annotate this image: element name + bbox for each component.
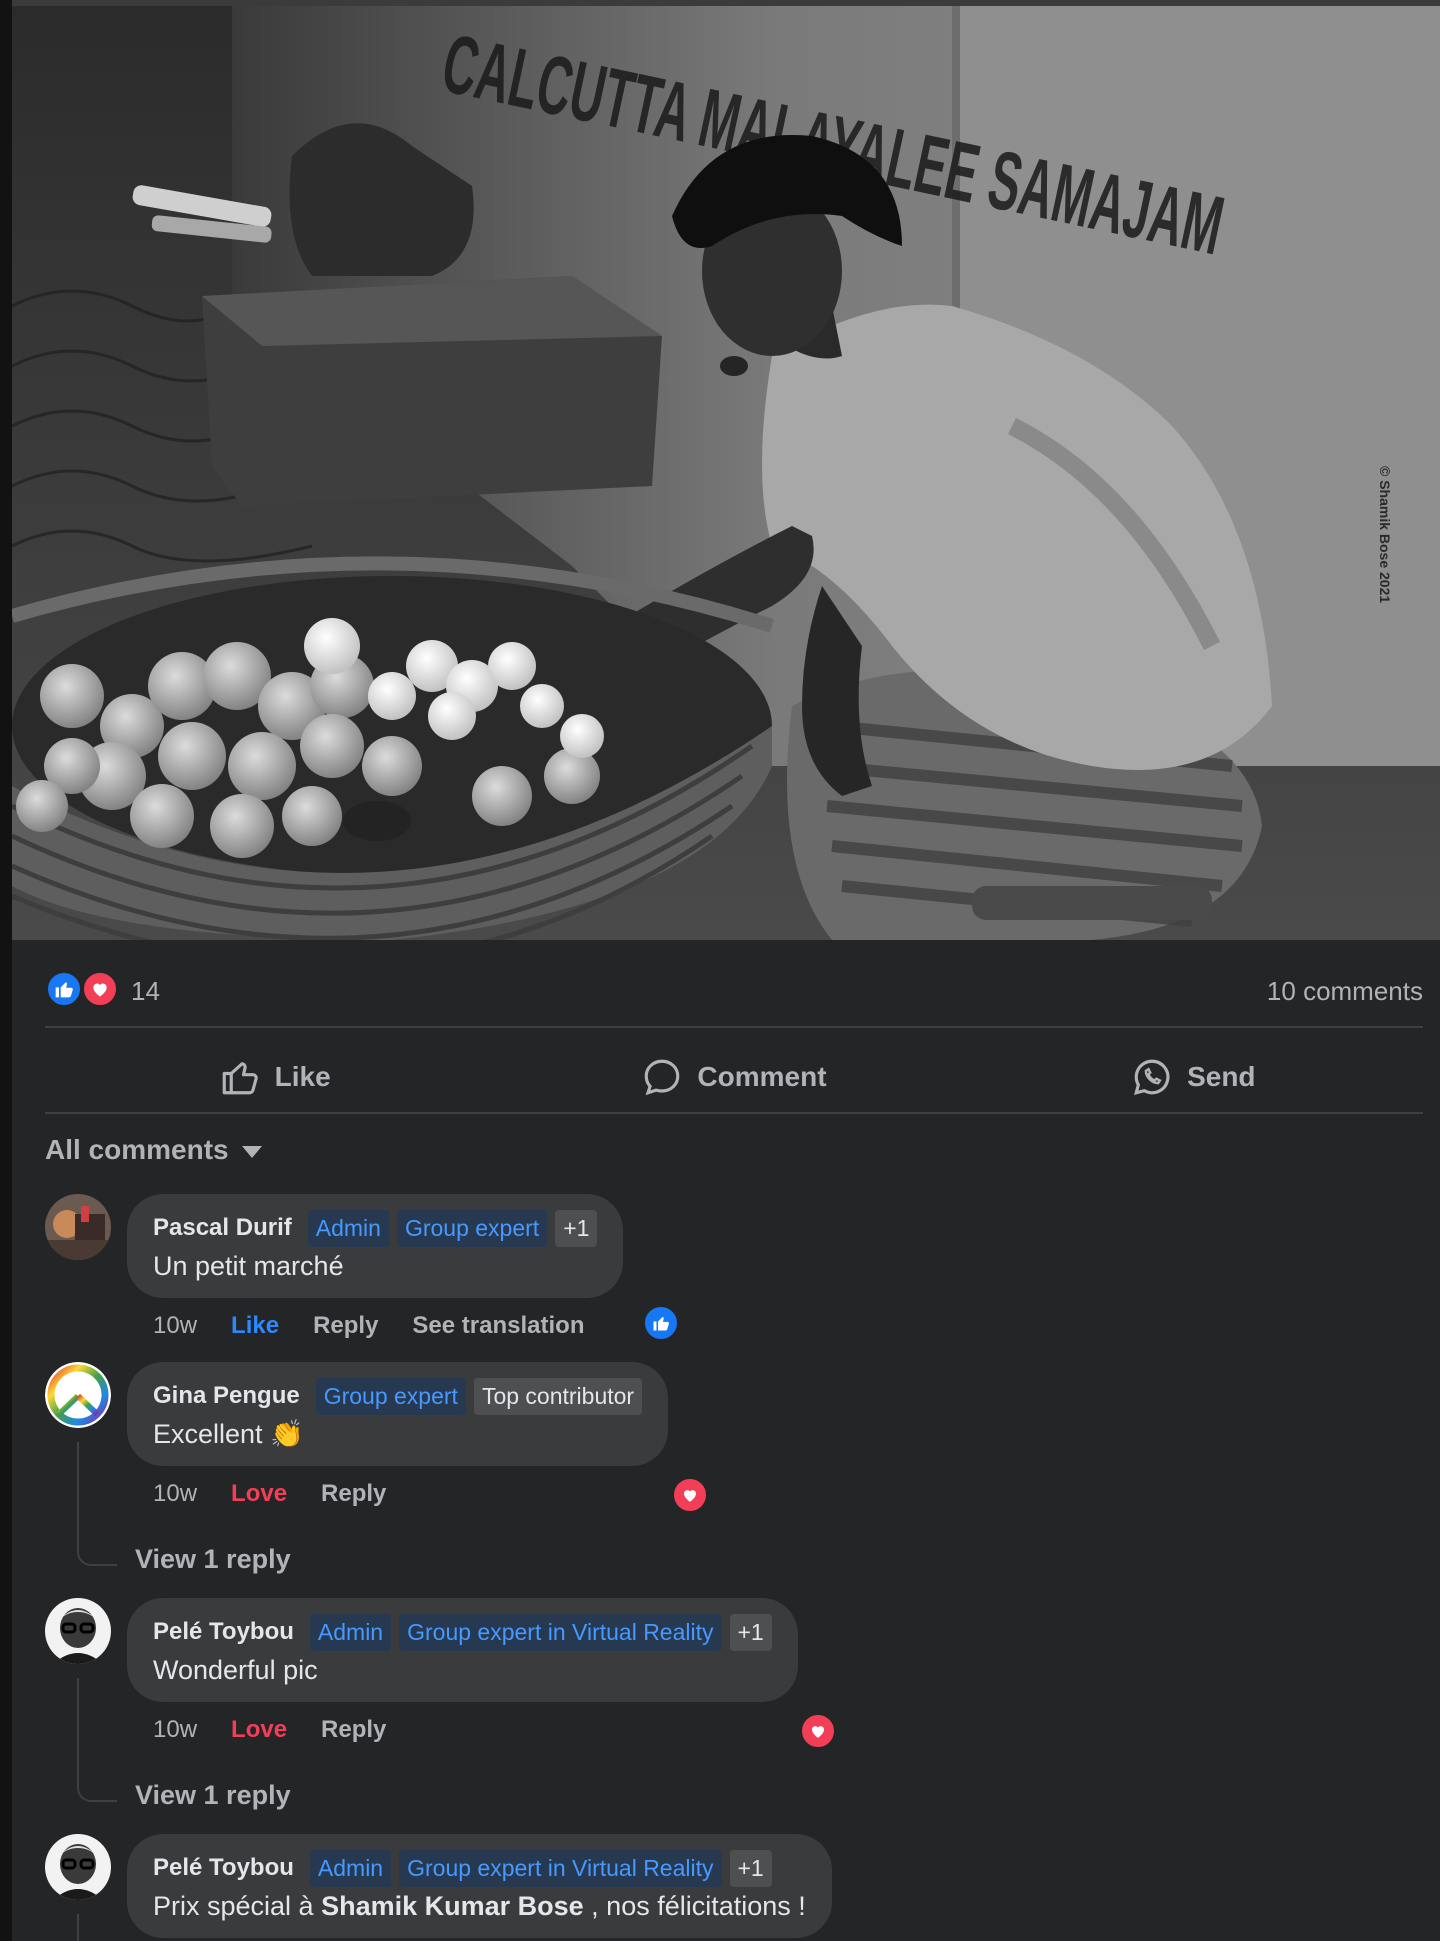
comment-like-reaction-icon[interactable]: [642, 1304, 680, 1342]
view-replies-button[interactable]: View 1 reply: [135, 1780, 291, 1811]
more-badges[interactable]: +1: [729, 1849, 772, 1887]
comment-meta: 10w Love Reply: [153, 1480, 386, 1508]
comment-age[interactable]: 10w: [153, 1312, 197, 1340]
comment-age[interactable]: 10w: [153, 1716, 197, 1744]
caret-down-icon: [241, 1134, 263, 1166]
thumbs-up-icon: [219, 1056, 261, 1098]
comment-bubble-icon: [641, 1056, 683, 1098]
thread-connector: [77, 1540, 117, 1566]
comment-bubble: Gina Pengue Group expert Top contributor…: [127, 1362, 669, 1466]
thread-connector: [77, 1776, 117, 1802]
comments-filter-label: All comments: [45, 1134, 229, 1165]
send-label: Send: [1187, 1061, 1256, 1092]
reaction-summary: 14 10 comments: [45, 966, 1423, 1010]
comment-text-suffix: , nos félicitations !: [583, 1891, 806, 1921]
group-expert-badge[interactable]: Group expert in Virtual Reality: [399, 1613, 722, 1651]
post-photo[interactable]: CALCUTTA MALAYALEE SAMAJAM: [12, 6, 1440, 940]
comment-label: Comment: [697, 1061, 827, 1092]
avatar[interactable]: [45, 1194, 111, 1260]
reaction-icons[interactable]: [45, 970, 121, 1008]
comment-text-prefix: Prix spécial à: [153, 1891, 322, 1921]
admin-badge[interactable]: Admin: [309, 1849, 392, 1887]
group-expert-badge[interactable]: Group expert in Virtual Reality: [399, 1849, 722, 1887]
comments-filter-dropdown[interactable]: All comments: [45, 1130, 263, 1170]
comment-love-reaction-icon[interactable]: [671, 1476, 709, 1514]
group-expert-badge[interactable]: Group expert: [315, 1377, 466, 1415]
comment-reply-button[interactable]: Reply: [321, 1716, 386, 1744]
thread-line: [77, 1442, 79, 1542]
like-icon: [45, 970, 83, 1008]
avatar[interactable]: [45, 1598, 111, 1664]
admin-badge[interactable]: Admin: [309, 1613, 392, 1651]
mention-link[interactable]: Shamik Kumar Bose: [321, 1891, 584, 1921]
svg-text:© Shamik Bose 2021: © Shamik Bose 2021: [1377, 466, 1393, 603]
comment-button[interactable]: Comment: [504, 1036, 963, 1118]
action-bar: Like Comment Send: [45, 1036, 1423, 1118]
comment-bubble: Pascal Durif Admin Group expert +1 Un pe…: [127, 1194, 624, 1298]
comment-text: Excellent 👏: [153, 1416, 642, 1452]
divider-top: [45, 1026, 1423, 1028]
see-translation-button[interactable]: See translation: [412, 1312, 584, 1340]
comment-text: Prix spécial à Shamik Kumar Bose , nos f…: [153, 1888, 806, 1924]
like-label: Like: [274, 1061, 331, 1092]
comment-text: Wonderful pic: [153, 1655, 318, 1685]
top-contributor-badge[interactable]: Top contributor: [473, 1377, 643, 1415]
comment-author[interactable]: Pelé Toybou: [153, 1618, 294, 1646]
left-border: [0, 0, 12, 1941]
clapping-hands-emoji: 👏: [270, 1419, 304, 1449]
thread-line: [77, 1678, 79, 1778]
reaction-count[interactable]: 14: [131, 976, 160, 1007]
avatar[interactable]: [45, 1362, 111, 1428]
comment-like-button[interactable]: Like: [231, 1312, 279, 1340]
group-expert-badge[interactable]: Group expert: [396, 1209, 548, 1247]
comment-love-reaction-icon[interactable]: [799, 1712, 837, 1750]
like-button[interactable]: Like: [45, 1036, 504, 1118]
comment-meta: 10w Love Reply: [153, 1716, 386, 1744]
avatar[interactable]: [45, 1834, 111, 1900]
comment-author[interactable]: Pascal Durif: [153, 1214, 292, 1242]
post-card: CALCUTTA MALAYALEE SAMAJAM: [12, 6, 1440, 1941]
thread-line: [77, 1914, 79, 1941]
send-button[interactable]: Send: [964, 1036, 1423, 1118]
comment-age[interactable]: 10w: [153, 1480, 197, 1508]
love-icon: [81, 970, 119, 1008]
photo-illustration: CALCUTTA MALAYALEE SAMAJAM: [12, 6, 1440, 940]
comment-count[interactable]: 10 comments: [1267, 976, 1423, 1007]
admin-badge[interactable]: Admin: [307, 1209, 389, 1247]
comment-love-button[interactable]: Love: [231, 1480, 287, 1508]
comment-reply-button[interactable]: Reply: [313, 1312, 378, 1340]
more-badges[interactable]: +1: [729, 1613, 772, 1651]
comment-love-button[interactable]: Love: [231, 1716, 287, 1744]
view-replies-button[interactable]: View 1 reply: [135, 1544, 291, 1575]
divider-bottom: [45, 1112, 1423, 1114]
comment-meta: 10w Like Reply See translation: [153, 1312, 584, 1340]
comment-author[interactable]: Pelé Toybou: [153, 1854, 294, 1882]
comment-text: Un petit marché: [153, 1251, 344, 1281]
comment-text-content: Excellent: [153, 1419, 263, 1449]
comment-author[interactable]: Gina Pengue: [153, 1382, 300, 1410]
comment-bubble: Pelé Toybou Admin Group expert in Virtua…: [127, 1834, 832, 1938]
more-badges[interactable]: +1: [555, 1209, 598, 1247]
comment-bubble: Pelé Toybou Admin Group expert in Virtua…: [127, 1598, 798, 1702]
comment-reply-button[interactable]: Reply: [321, 1480, 386, 1508]
whatsapp-icon: [1131, 1056, 1173, 1098]
